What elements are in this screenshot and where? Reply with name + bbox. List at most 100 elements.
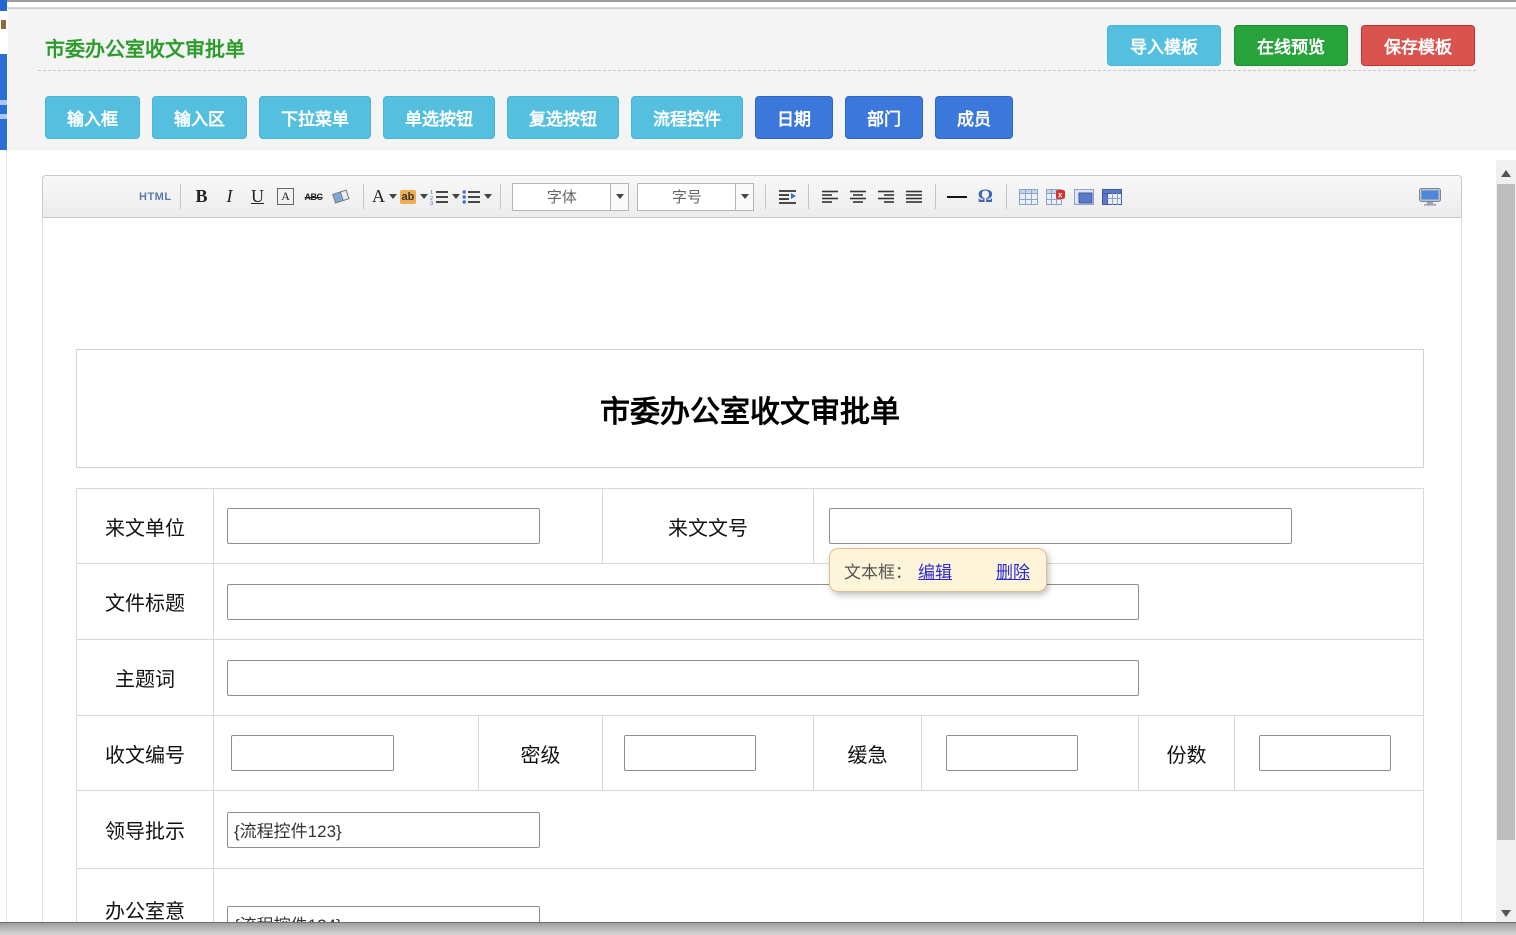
unordered-list-button[interactable] xyxy=(462,184,492,210)
copies-input[interactable] xyxy=(1259,735,1391,771)
widget-button-input-area[interactable]: 输入区 xyxy=(152,96,247,139)
approval-form-table: 来文单位 来文文号 文件标题 主题词 收文编号 密级 缓急 份数 xyxy=(76,488,1424,923)
tooltip-edit-link[interactable]: 编辑 xyxy=(918,558,952,583)
align-left-button[interactable] xyxy=(817,184,843,210)
header-action-buttons: 导入模板 在线预览 保存模板 xyxy=(1107,25,1475,66)
fullscreen-button[interactable] xyxy=(1417,184,1443,210)
underline-button[interactable]: U xyxy=(245,184,271,210)
highlight-color-button[interactable]: ab xyxy=(400,184,429,210)
html-source-button[interactable]: HTML xyxy=(139,184,172,210)
fullscreen-monitor-icon xyxy=(1419,188,1441,206)
scrollbar-thumb[interactable] xyxy=(1497,184,1515,840)
font-family-select[interactable]: 字体 xyxy=(512,183,629,211)
designer-header: 市委办公室收文审批单 导入模板 在线预览 保存模板 输入框 输入区 下拉菜单 单… xyxy=(8,8,1516,150)
underline-icon: U xyxy=(251,186,264,207)
tooltip-delete-link[interactable]: 删除 xyxy=(996,558,1030,583)
toolbar-separator xyxy=(363,184,364,209)
flow-control-field-123[interactable] xyxy=(227,812,540,848)
widget-button-dropdown-menu[interactable]: 下拉菜单 xyxy=(259,96,371,139)
chevron-down-icon xyxy=(484,194,492,199)
font-family-dropdown-button[interactable] xyxy=(610,184,628,210)
form-template-designer-page: { "header": { "title": "市委办公室收文审批单", "ac… xyxy=(0,0,1516,935)
editor-canvas[interactable]: 市委办公室收文审批单 来文单位 来文文号 文件标题 主题词 收文 xyxy=(42,218,1462,923)
import-template-button[interactable]: 导入模板 xyxy=(1107,25,1221,66)
widget-button-input-box[interactable]: 输入框 xyxy=(45,96,140,139)
label-urgency: 缓急 xyxy=(814,716,922,791)
toolbar-separator xyxy=(935,184,936,209)
source-unit-input[interactable] xyxy=(227,508,540,544)
boxed-a-icon: A xyxy=(277,188,294,205)
online-preview-button[interactable]: 在线预览 xyxy=(1234,25,1348,66)
align-right-button[interactable] xyxy=(873,184,899,210)
table-cell-button[interactable] xyxy=(1071,184,1097,210)
left-edge-artifact-stripe xyxy=(0,114,7,119)
special-char-button[interactable]: Ω xyxy=(972,184,998,210)
html-source-icon: HTML xyxy=(139,191,172,203)
strikethrough-icon: ABC xyxy=(305,192,323,202)
widget-button-member[interactable]: 成员 xyxy=(935,96,1013,139)
widget-button-flow-control[interactable]: 流程控件 xyxy=(631,96,743,139)
editor-toolbar: HTML B I U A ABC A xyxy=(42,175,1462,218)
align-center-button[interactable] xyxy=(845,184,871,210)
label-secrecy-level: 密级 xyxy=(479,716,603,791)
delete-table-button[interactable]: x xyxy=(1043,184,1069,210)
font-family-value: 字体 xyxy=(513,184,610,210)
receipt-number-input[interactable] xyxy=(231,735,394,771)
urgency-input[interactable] xyxy=(946,735,1078,771)
scrollbar-down-button[interactable] xyxy=(1496,902,1516,924)
omega-icon: Ω xyxy=(978,186,993,208)
window-top-edge xyxy=(0,0,1516,2)
italic-icon: I xyxy=(227,186,233,207)
font-size-dropdown-button[interactable] xyxy=(735,184,753,210)
highlight-icon: ab xyxy=(400,190,417,204)
scrollbar-up-button[interactable] xyxy=(1496,162,1516,184)
left-edge-border xyxy=(6,150,7,922)
window-bottom-edge xyxy=(0,922,1516,935)
justify-icon xyxy=(906,190,922,204)
chevron-down-icon xyxy=(420,194,428,199)
strikethrough-button[interactable]: ABC xyxy=(301,184,327,210)
table-row: 文件标题 xyxy=(77,564,1424,640)
font-color-button[interactable]: A xyxy=(372,184,398,210)
justify-button[interactable] xyxy=(901,184,927,210)
field-action-tooltip: 文本框： 编辑 删除 xyxy=(829,548,1047,592)
toolbar-separator xyxy=(1006,184,1007,209)
document-title: 市委办公室收文审批单 xyxy=(600,387,900,431)
bold-icon: B xyxy=(196,186,208,207)
widget-button-radio[interactable]: 单选按钮 xyxy=(383,96,495,139)
widget-button-department[interactable]: 部门 xyxy=(845,96,923,139)
subject-words-input[interactable] xyxy=(227,660,1139,696)
font-size-select[interactable]: 字号 xyxy=(637,183,754,211)
document-title-block[interactable]: 市委办公室收文审批单 xyxy=(76,349,1424,468)
down-arrow-icon xyxy=(1501,910,1511,917)
table-props-button[interactable] xyxy=(1099,184,1125,210)
svg-text:3: 3 xyxy=(430,201,433,205)
widget-button-date[interactable]: 日期 xyxy=(755,96,833,139)
chevron-down-icon xyxy=(389,194,397,199)
italic-button[interactable]: I xyxy=(217,184,243,210)
font-size-value: 字号 xyxy=(638,184,735,210)
toolbar-separator xyxy=(500,184,501,209)
ordered-list-icon: 1 2 3 xyxy=(430,189,448,205)
toolbar-separator xyxy=(180,184,181,209)
save-template-button[interactable]: 保存模板 xyxy=(1361,25,1475,66)
vertical-scrollbar[interactable] xyxy=(1496,160,1516,935)
ordered-list-button[interactable]: 1 2 3 xyxy=(430,184,460,210)
flow-control-field-124[interactable] xyxy=(227,906,540,924)
unordered-list-icon xyxy=(462,189,480,205)
widget-button-checkbox[interactable]: 复选按钮 xyxy=(507,96,619,139)
secrecy-level-input[interactable] xyxy=(624,735,756,771)
tooltip-label: 文本框： xyxy=(844,558,912,583)
indent-button[interactable] xyxy=(774,184,800,210)
chevron-down-icon xyxy=(616,194,624,199)
label-copies: 份数 xyxy=(1139,716,1235,791)
align-center-icon xyxy=(850,190,866,204)
format-style-button[interactable]: A xyxy=(273,184,299,210)
insert-table-button[interactable] xyxy=(1015,184,1041,210)
horizontal-rule-button[interactable] xyxy=(944,184,970,210)
left-edge-artifact-stripe xyxy=(0,100,7,105)
table-row: 收文编号 密级 缓急 份数 xyxy=(77,716,1424,791)
bold-button[interactable]: B xyxy=(189,184,215,210)
doc-number-input[interactable] xyxy=(829,508,1292,544)
remove-format-button[interactable] xyxy=(329,184,355,210)
